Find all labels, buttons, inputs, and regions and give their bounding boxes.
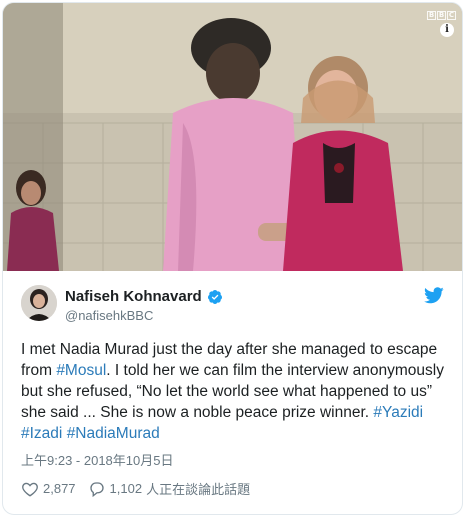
tweet-text: I met Nadia Murad just the day after she… [21,339,453,444]
info-icon[interactable]: i [440,23,454,37]
twitter-bird-icon[interactable] [424,287,444,304]
heart-outline-icon [22,482,38,497]
tweet-video-thumbnail[interactable]: B B C i [3,3,462,271]
tweet-timestamp[interactable]: 上午9:23 - 2018年10月5日 [21,450,173,469]
author-display-name[interactable]: Nafiseh Kohnavard [65,288,202,305]
tweet-actions: 2,877 1,102 人正在談論此話題 [21,479,262,498]
author-handle[interactable]: @nafisehkBBC [65,308,153,323]
like-count: 2,877 [43,481,76,496]
reply-label: 人正在談論此話題 [146,482,251,497]
bbc-logo: B B C [427,11,456,20]
bbc-logo-letter: B [427,11,436,20]
bbc-logo-letter: B [437,11,446,20]
embedded-tweet-card: B B C i Nafiseh Kohnavard @nafisehkBBC I… [2,2,463,515]
reply-action[interactable]: 1,102 人正在談論此話題 [88,479,251,498]
bbc-logo-letter: C [447,11,456,20]
tweet-header: Nafiseh Kohnavard @nafisehkBBC [3,271,462,333]
hashtag-link[interactable]: #Yazidi [373,404,423,421]
hashtag-link[interactable]: #Mosul [56,362,106,379]
speech-bubble-icon [89,481,104,497]
avatar[interactable] [21,285,57,321]
like-action[interactable]: 2,877 [21,480,76,498]
video-still-image [3,3,462,271]
hashtag-link[interactable]: #NadiaMurad [67,425,160,442]
reply-count: 1,102 [109,481,143,496]
avatar-image [21,285,57,321]
verified-badge-icon [207,289,222,304]
author-name-row[interactable]: Nafiseh Kohnavard [65,288,223,305]
hashtag-link[interactable]: #Izadi [21,425,62,442]
